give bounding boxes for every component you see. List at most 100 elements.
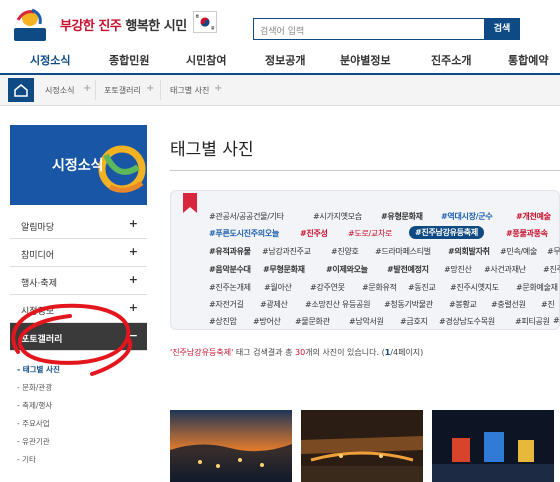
sidebar-title: 시정소식 (52, 158, 104, 174)
tag-link[interactable]: #유형문화재 (381, 211, 423, 222)
tag-link[interactable]: #상진암 (209, 316, 237, 327)
jinju-logo[interactable] (10, 6, 50, 44)
sidebar-subitem-culture[interactable]: - 문화/관광 (17, 382, 137, 393)
gnb-item-reservation[interactable]: 통합예약 (508, 52, 548, 68)
subitem-label: 문화/관광 (22, 383, 53, 392)
sidebar-subitem-agencies[interactable]: - 유관기관 (17, 436, 137, 447)
tag-link[interactable]: #풍물과풍속 (506, 228, 548, 239)
sidebar-subitem-etc[interactable]: - 기타 (17, 454, 137, 465)
tag-link[interactable]: #문화예술재 (516, 282, 558, 293)
sidebar-menu: 알림마당 + 참미디어 + 행사·축제 + 시정정보 + 포토갤러리 − (10, 211, 147, 351)
photo-thumbnail[interactable] (301, 410, 423, 482)
photo-thumbnail[interactable] (432, 410, 554, 482)
breadcrumb-item-news[interactable]: 시정소식 (45, 85, 74, 96)
tag-link[interactable]: #동진교 (408, 282, 436, 293)
tag-link[interactable]: #유적과유물 (209, 246, 251, 257)
tag-link[interactable]: #소망진산 유등공원 (305, 299, 370, 310)
subitem-label: 유관기관 (22, 437, 50, 446)
sidebar-item-city-info[interactable]: 시정정보 + (10, 295, 147, 323)
sidebar-item-photo-gallery[interactable]: 포토갤러리 − (10, 323, 147, 351)
tag-link[interactable]: #푸른도시진주의오늘 (209, 228, 279, 239)
result-text: 태그 검색결과 총 (233, 348, 295, 357)
sidebar-item-label: 행사·축제 (21, 279, 57, 289)
tag-link[interactable]: #진주성 (300, 228, 328, 239)
sidebar-subitem-festival[interactable]: - 축제/행사 (17, 400, 137, 411)
tag-link[interactable]: #진 (541, 299, 555, 310)
tag-link[interactable]: #도로/교차로 (348, 228, 392, 239)
gnb-item-news[interactable]: 시정소식 (30, 52, 70, 68)
breadcrumb-divider (95, 80, 96, 100)
sidebar-item-label: 포토갤러리 (21, 335, 63, 345)
tag-link[interactable]: #금호지 (400, 316, 428, 327)
tag-link[interactable]: #피티공원 (515, 316, 550, 327)
search-input[interactable]: 검색어 입력 (253, 18, 485, 40)
sidebar-item-notice[interactable]: 알림마당 + (10, 211, 147, 239)
tag-link[interactable]: #경상남도수목원 (439, 316, 495, 327)
tag-link[interactable]: #강주연못 (310, 282, 345, 293)
home-icon (14, 84, 28, 97)
tag-link[interactable]: #개천예술 (516, 211, 551, 222)
tag-link[interactable]: #진주시옛지도 (450, 282, 499, 293)
tag-link-selected[interactable]: #진주남강유등축제 (409, 226, 484, 239)
plus-icon[interactable]: + (146, 83, 154, 94)
sidebar-item-media[interactable]: 참미디어 + (10, 239, 147, 267)
photo-thumbnail[interactable] (170, 410, 292, 482)
slogan-text: 행복한 시민 (121, 19, 187, 34)
subitem-label: 주요사업 (22, 419, 50, 428)
main-nav: 시정소식 종합민원 시민참여 정보공개 분야별정보 진주소개 통합예약 (0, 46, 560, 74)
gnb-item-civil[interactable]: 종합민원 (109, 52, 149, 68)
sidebar-item-events[interactable]: 행사·축제 + (10, 267, 147, 295)
result-count: 30 (294, 348, 306, 357)
tag-link[interactable]: #청동기박물관 (384, 299, 433, 310)
tag-link[interactable]: #문화유적 (362, 282, 397, 293)
subitem-label: 축제/행사 (22, 401, 53, 410)
subitem-label: 기타 (22, 455, 36, 464)
tag-link[interactable]: #진주논개제 (209, 282, 251, 293)
sidebar-item-label: 알림마당 (21, 223, 55, 233)
tag-link[interactable]: #남강과진주교 (262, 246, 311, 257)
result-text: /4페이지) (390, 348, 424, 357)
tag-link[interactable]: # (553, 316, 560, 325)
tag-link[interactable]: #망진산 (444, 264, 472, 275)
tag-link[interactable]: #드라마페스티벌 (375, 246, 431, 257)
tag-link[interactable]: #관공서/공공건물/기타 (209, 211, 284, 222)
tag-link[interactable]: #남악서원 (349, 316, 384, 327)
tag-link[interactable]: #사건과재난 (484, 264, 526, 275)
sidebar-subitem-projects[interactable]: - 주요사업 (17, 418, 137, 429)
page-title: 태그별 사진 (170, 140, 254, 160)
tag-link[interactable]: #봉황교 (449, 299, 477, 310)
tag-link[interactable]: #물문화관 (295, 316, 330, 327)
plus-icon[interactable]: + (214, 83, 222, 94)
tag-link[interactable]: #의회발자취 (448, 246, 490, 257)
home-button[interactable] (8, 78, 34, 102)
breadcrumb-item-gallery[interactable]: 포토갤러리 (104, 85, 141, 96)
tag-link[interactable]: #자전거길 (209, 299, 244, 310)
tag-link[interactable]: #음악분수대 (209, 264, 251, 275)
tag-link[interactable]: #방어산 (253, 316, 281, 327)
tag-link[interactable]: #진주 (543, 264, 560, 275)
plus-icon[interactable]: + (83, 83, 91, 94)
tag-link[interactable]: #광제산 (260, 299, 288, 310)
sidebar-subitem-tag-photos[interactable]: - 태그별 사진 (17, 364, 137, 375)
site-slogan: 부강한 진주 행복한 시민 (60, 15, 187, 34)
breadcrumb-item-tag-photos[interactable]: 태그별 사진 (170, 85, 209, 96)
tag-link[interactable]: #민속/예술 (500, 246, 537, 257)
result-text: 개의 사진이 있습니다. ( (305, 348, 385, 357)
tag-link[interactable]: #월아산 (264, 282, 292, 293)
tag-link[interactable]: #무형문화재 (263, 264, 305, 275)
tag-link[interactable]: #역대시장/군수 (441, 211, 493, 222)
sidebar-item-label: 참미디어 (21, 251, 55, 261)
plus-icon: + (128, 245, 138, 258)
tag-link[interactable]: #이제와오늘 (326, 264, 368, 275)
tag-link[interactable]: #무 (547, 246, 560, 257)
tag-link[interactable]: #시가지옛모습 (313, 211, 362, 222)
gnb-item-about[interactable]: 진주소개 (431, 52, 471, 68)
gnb-item-participation[interactable]: 시민참여 (186, 52, 226, 68)
result-tag: '진주남강유등축제' (170, 348, 234, 357)
tag-link[interactable]: #발전예정지 (387, 264, 429, 275)
tag-link[interactable]: #충렬선원 (491, 299, 526, 310)
tag-link[interactable]: #진양호 (331, 246, 359, 257)
gnb-item-field-info[interactable]: 분야별정보 (340, 52, 391, 68)
gnb-item-disclosure[interactable]: 정보공개 (265, 52, 305, 68)
search-button[interactable]: 검색 (484, 18, 520, 40)
